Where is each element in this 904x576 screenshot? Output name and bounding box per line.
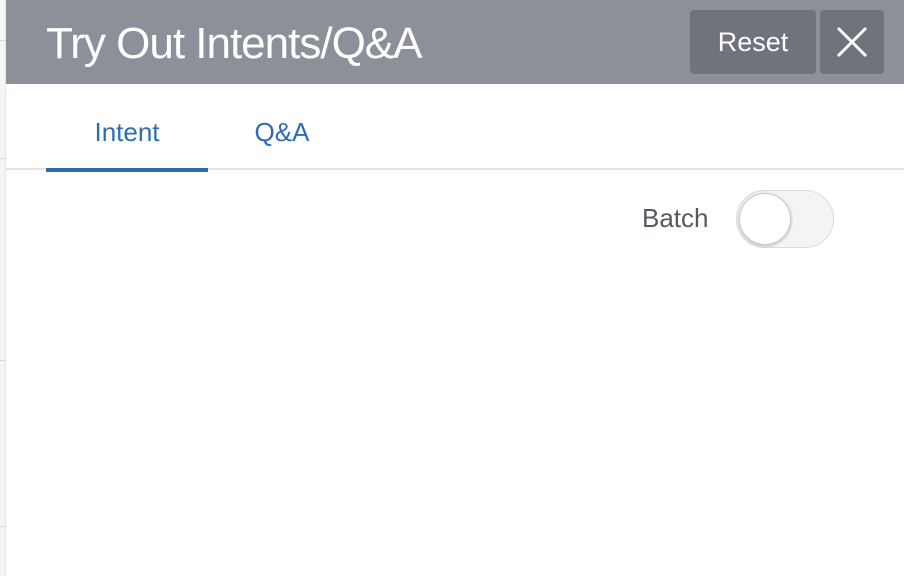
batch-toggle[interactable]	[736, 190, 834, 248]
tab-qa[interactable]: Q&A	[232, 84, 332, 170]
panel-header: Try Out Intents/Q&A Reset	[6, 0, 904, 84]
try-out-panel: Try Out Intents/Q&A Reset Intent Q&A Bat…	[6, 0, 904, 576]
reset-button[interactable]: Reset	[690, 10, 816, 74]
toggle-knob	[739, 193, 791, 245]
panel-title: Try Out Intents/Q&A	[46, 19, 422, 68]
close-icon	[836, 26, 868, 58]
tab-intent[interactable]: Intent	[46, 84, 208, 172]
close-button[interactable]	[820, 10, 884, 74]
tab-bar: Intent Q&A	[6, 84, 904, 172]
batch-label: Batch	[642, 203, 709, 233]
